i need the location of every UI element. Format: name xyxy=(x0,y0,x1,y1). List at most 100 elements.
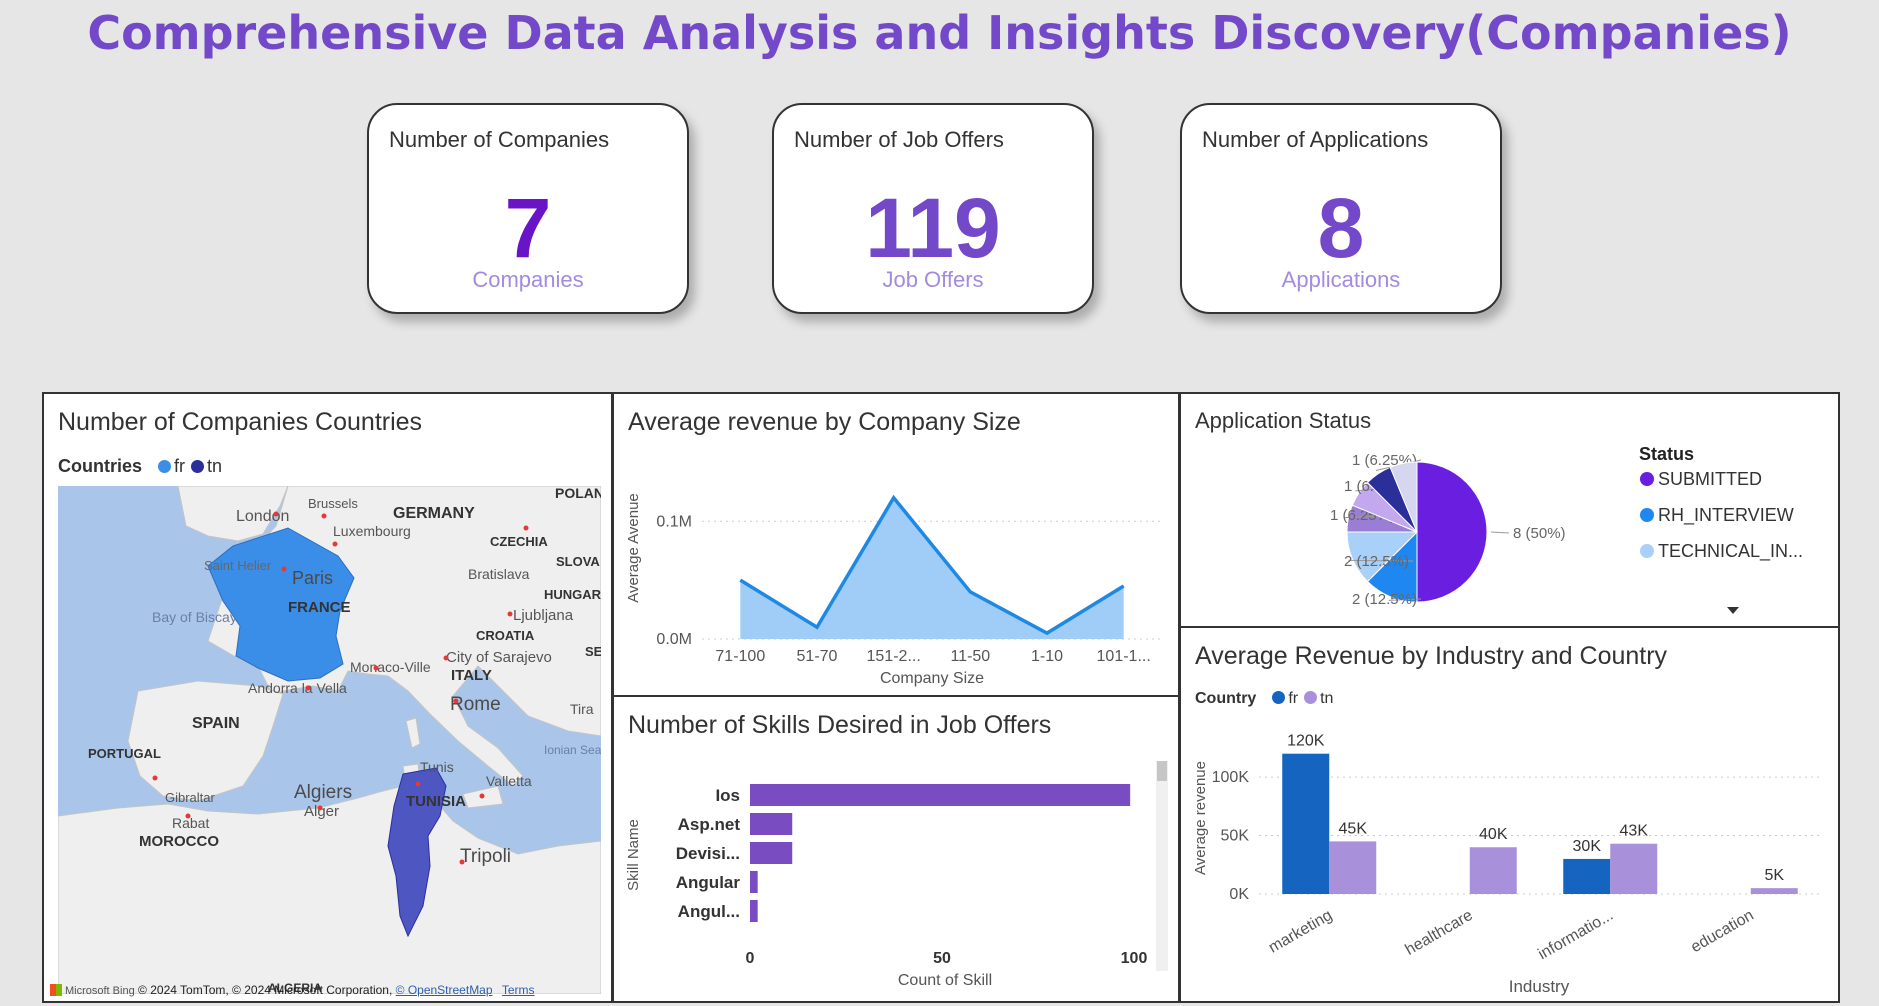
application-status-panel[interactable]: Application Status 8 (50%) 2 (12.5%) 2 (12… xyxy=(1179,392,1840,628)
x-tick-label: 11-50 xyxy=(950,648,990,665)
x-tick-label: education xyxy=(1688,907,1757,956)
data-label: 120K xyxy=(1287,733,1325,750)
legend-title: Status xyxy=(1639,444,1694,464)
map-place-label: Paris xyxy=(292,568,333,588)
legend-item-fr: fr xyxy=(174,456,186,476)
map-place-label: Ionian Sea xyxy=(544,743,601,757)
map-place-label: Ljubljana xyxy=(513,607,574,624)
revenue-by-size-panel[interactable]: Average revenue by Company Size 0.0M 0.1M… xyxy=(612,392,1180,697)
industry-bar xyxy=(1469,847,1517,894)
map-copyright: © 2024 TomTom, © 2024 Microsoft Corporat… xyxy=(138,983,393,997)
map-place-label: PORTUGAL xyxy=(88,746,161,761)
map-panel[interactable]: Number of Companies Countries Countries f… xyxy=(42,392,613,1003)
y-tick-label: 100K xyxy=(1212,769,1250,786)
kpi-subtitle: Job Offers xyxy=(882,267,984,292)
map-place-label: Bay of Biscay xyxy=(152,609,237,625)
y-tick-label: 50K xyxy=(1221,828,1250,845)
map-place-label: CROATIA xyxy=(476,628,535,643)
map-place-label: Rome xyxy=(450,694,501,715)
y-tick-label: 0.1M xyxy=(656,513,692,530)
map-place-label: POLAN xyxy=(555,486,601,501)
x-tick-label: informatio... xyxy=(1535,907,1616,964)
data-label: 40K xyxy=(1479,826,1508,843)
map-place-label: SPAIN xyxy=(192,715,240,732)
x-tick-label: marketing xyxy=(1266,907,1335,957)
legend-dot xyxy=(191,460,205,473)
legend-item: TECHNICAL_IN... xyxy=(1658,541,1803,562)
page-title: Comprehensive Data Analysis and Insights… xyxy=(87,6,1792,60)
map-place-label: London xyxy=(236,508,289,525)
legend-item-tn: tn xyxy=(207,456,223,476)
skill-bar xyxy=(750,784,1131,806)
industry-bar xyxy=(1610,843,1658,894)
map-place-label: Tunis xyxy=(420,759,454,775)
map-legend: Countries fr tn xyxy=(58,456,222,477)
pie-leader-line xyxy=(1490,531,1510,534)
skill-label: Devisi... xyxy=(676,844,740,863)
map-place-label: SE xyxy=(585,644,601,659)
openstreetmap-link[interactable]: © OpenStreetMap xyxy=(396,983,493,997)
map-place-label: Luxembourg xyxy=(333,523,411,539)
skills-panel[interactable]: Number of Skills Desired in Job Offers I… xyxy=(612,695,1180,1003)
legend-item: SUBMITTED xyxy=(1658,469,1762,489)
x-tick-label: 50 xyxy=(933,950,951,967)
map-place-label: Valletta xyxy=(486,773,532,789)
data-label: 5K xyxy=(1764,867,1784,884)
map-panel-title: Number of Companies Countries xyxy=(58,408,423,436)
pie-label: 2 (12.5%) xyxy=(1344,553,1409,570)
skill-bar xyxy=(750,871,758,893)
map-place-label: MOROCCO xyxy=(139,833,219,850)
kpi-title: Number of Companies xyxy=(389,127,610,152)
map-place-label: TUNISIA xyxy=(406,793,466,810)
legend-dot xyxy=(1640,508,1654,522)
map-legend-label: Countries xyxy=(58,456,143,476)
map-place-label: Gibraltar xyxy=(165,790,216,805)
map-place-label: Brussels xyxy=(308,496,358,511)
skill-label: Angul... xyxy=(678,902,740,921)
revenue-by-industry-panel[interactable]: Average Revenue by Industry and Country … xyxy=(1179,626,1840,1003)
y-tick-label: 0.0M xyxy=(656,631,692,648)
terms-link[interactable]: Terms xyxy=(502,983,535,997)
map-place-label: Algiers xyxy=(294,782,352,803)
y-axis-label: Skill Name xyxy=(625,819,642,891)
x-tick-label: 1-10 xyxy=(1031,648,1063,665)
skills-bar-chart[interactable]: Ios Asp.net Devisi... Angular Angul... 0 50 100… xyxy=(614,697,1178,1001)
legend-dot xyxy=(158,460,172,473)
kpi-value: 8 xyxy=(1317,181,1365,275)
map-brand: Microsoft Bing xyxy=(65,985,135,997)
map-place-label: Tira xyxy=(570,701,594,717)
skill-bar xyxy=(750,813,793,835)
industry-bar xyxy=(1282,753,1330,894)
pie-chart[interactable]: 8 (50%)2 (12.5%)2 (12.5%)1 (6.25%)1 (6.2… xyxy=(1181,394,1838,626)
map-place-label: Andorra la Vella xyxy=(248,680,347,696)
map-place-label: Bratislava xyxy=(468,566,530,582)
map-place-label: SLOVA xyxy=(556,554,600,569)
map-place-label: Rabat xyxy=(172,815,209,831)
industry-bar xyxy=(1563,858,1611,894)
skill-bar xyxy=(750,900,758,922)
skill-bar xyxy=(750,842,793,864)
x-tick-label: 51-70 xyxy=(797,648,838,665)
map-place-label: Alger xyxy=(304,803,339,820)
map-place-label: City of Sarajevo xyxy=(446,649,552,666)
area-fill xyxy=(740,497,1124,639)
kpi-card-companies[interactable]: Number of Companies 7 Companies xyxy=(367,103,689,314)
kpi-card-applications[interactable]: Number of Applications 8 Applications xyxy=(1180,103,1502,314)
kpi-subtitle: Companies xyxy=(472,267,584,292)
legend-item: RH_INTERVIEW xyxy=(1658,505,1794,526)
map-canvas[interactable]: London Brussels GERMANY POLAN Luxembourg… xyxy=(58,486,601,994)
skill-label: Ios xyxy=(715,786,740,805)
map-place-label: HUNGAR xyxy=(544,587,601,602)
pie-label: 8 (50%) xyxy=(1513,525,1566,542)
y-axis-label: Average Avenue xyxy=(625,493,642,603)
map-place-label: GERMANY xyxy=(393,505,475,522)
x-axis-label: Company Size xyxy=(880,670,984,687)
area-chart[interactable]: 0.0M 0.1M 71-100 51-70 151-2... 11-50 1-10 101-… xyxy=(614,394,1178,695)
grouped-bar-chart[interactable]: 0K 50K 100K 120K 45K marketing 40K healthcare 30… xyxy=(1181,628,1838,1001)
kpi-card-job-offers[interactable]: Number of Job Offers 119 Job Offers xyxy=(772,103,1094,314)
pie-label: 2 (12.5%) xyxy=(1352,591,1417,608)
x-tick-label: 151-2... xyxy=(867,648,921,665)
y-tick-label: 0K xyxy=(1229,886,1249,903)
kpi-value: 119 xyxy=(865,181,1001,275)
skill-label: Asp.net xyxy=(678,815,741,834)
